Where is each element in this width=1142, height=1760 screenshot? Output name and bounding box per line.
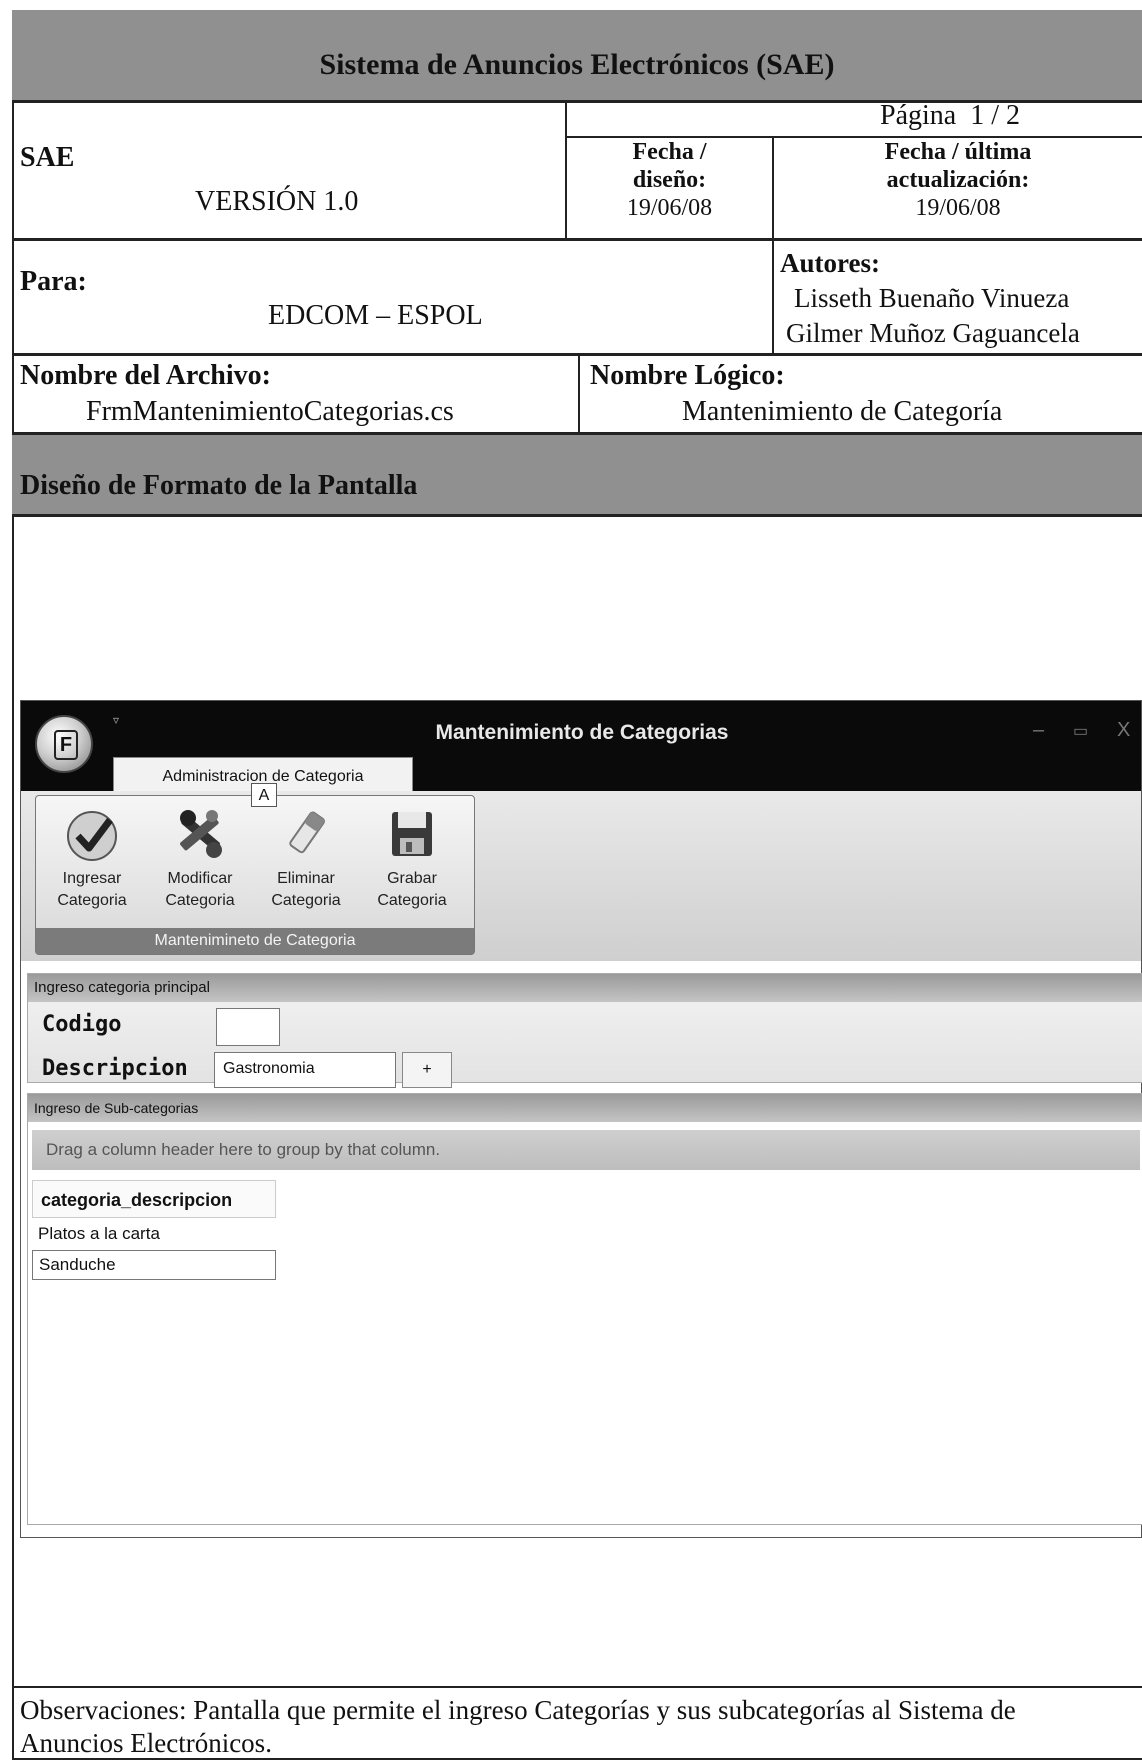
para-value: EDCOM – ESPOL: [268, 300, 483, 331]
update-date: 19/06/08: [915, 195, 1001, 221]
grabar-line1: Grabar: [387, 870, 437, 887]
app-window: F ▿ Mantenimiento de Categorias – ▭ X Ad…: [20, 700, 1142, 1538]
checkmark-icon: [64, 806, 120, 862]
descripcion-label: Descripcion: [42, 1056, 188, 1081]
design-date-label-1: Fecha /: [632, 139, 707, 165]
document-title: Sistema de Anuncios Electrónicos (SAE): [319, 48, 835, 81]
ingresar-categoria-button[interactable]: Ingresar Categoria: [40, 804, 144, 912]
maximize-icon[interactable]: ▭: [1073, 721, 1088, 741]
floppy-disk-icon: [384, 806, 440, 862]
eliminar-line1: Eliminar: [277, 870, 335, 887]
grid-row-selected[interactable]: Sanduche: [32, 1250, 276, 1280]
observations-text: Observaciones: Pantalla que permite el i…: [20, 1695, 1016, 1758]
sub-panel-title: Ingreso de Sub-categorias: [28, 1094, 1142, 1122]
grabar-line2: Categoria: [377, 892, 447, 909]
author-2: Gilmer Muñoz Gaguancela: [786, 318, 1080, 348]
window-title: Mantenimiento de Categorias: [435, 721, 729, 744]
system-name: SAE: [20, 142, 75, 173]
main-panel-title: Ingreso categoria principal: [28, 974, 1142, 1002]
author-1: Lisseth Buenaño Vinueza: [794, 283, 1070, 313]
file-name-value: FrmMantenimientoCategorias.cs: [86, 396, 454, 427]
logical-name-value: Mantenimiento de Categoría: [682, 396, 1003, 427]
column-header-categoria-descripcion[interactable]: categoria_descripcion: [32, 1180, 276, 1218]
modificar-categoria-button[interactable]: Modificar Categoria: [148, 804, 252, 912]
grabar-categoria-button[interactable]: Grabar Categoria: [360, 804, 464, 912]
page-number: Página 1 / 2: [880, 100, 1020, 131]
ingresar-line2: Categoria: [57, 892, 127, 909]
descripcion-input[interactable]: Gastronomia: [214, 1052, 396, 1088]
ribbon-group: Ingresar Categoria Modificar Categoria E…: [35, 795, 475, 955]
group-by-hint[interactable]: Drag a column header here to group by th…: [32, 1130, 1140, 1170]
modificar-line2: Categoria: [165, 892, 235, 909]
subcategory-panel: Ingreso de Sub-categorias Drag a column …: [27, 1093, 1142, 1525]
eraser-icon: [278, 806, 334, 862]
section-title: Diseño de Formato de la Pantalla: [20, 470, 418, 501]
update-label-2: actualización:: [886, 167, 1030, 193]
modificar-line1: Modificar: [167, 870, 233, 887]
design-date-label-2: diseño:: [632, 167, 707, 193]
ingresar-line1: Ingresar: [62, 870, 122, 887]
codigo-input[interactable]: [216, 1008, 280, 1046]
file-name-label: Nombre del Archivo:: [20, 360, 271, 391]
para-label: Para:: [20, 266, 87, 297]
tools-icon: [172, 806, 228, 862]
update-label-1: Fecha / última: [884, 139, 1032, 165]
authors-label: Autores:: [780, 248, 880, 278]
eliminar-line2: Categoria: [271, 892, 341, 909]
close-icon[interactable]: X: [1117, 719, 1130, 742]
eliminar-categoria-button[interactable]: Eliminar Categoria: [254, 804, 358, 912]
codigo-label: Codigo: [42, 1012, 122, 1037]
design-date: 19/06/08: [626, 195, 713, 221]
system-version: VERSIÓN 1.0: [195, 186, 359, 217]
minimize-icon[interactable]: –: [1033, 719, 1044, 742]
main-category-panel: Ingreso categoria principal Codigo Descr…: [27, 973, 1142, 1088]
ribbon: A Ingresar Categoria Modificar Categoria…: [21, 783, 1141, 961]
logical-name-label: Nombre Lógico:: [590, 360, 785, 391]
ribbon-group-caption: Mantenimineto de Categoria: [36, 928, 474, 954]
add-description-button[interactable]: +: [402, 1052, 452, 1088]
keytip-badge: A: [251, 783, 277, 807]
window-titlebar[interactable]: F ▿ Mantenimiento de Categorias – ▭ X Ad…: [21, 701, 1141, 795]
grid-row[interactable]: Platos a la carta: [32, 1220, 276, 1248]
